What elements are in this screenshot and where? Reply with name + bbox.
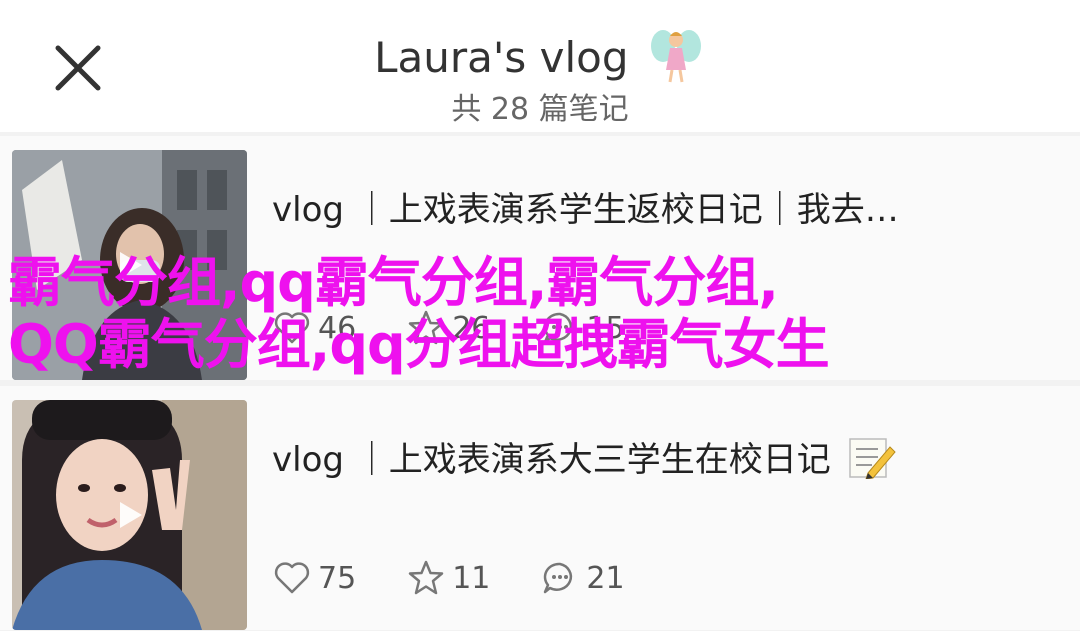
fairy-emoji-icon: [650, 30, 701, 83]
like-count: 75: [318, 560, 357, 596]
note-stats: 75 11 21: [272, 556, 675, 600]
note-thumbnail[interactable]: [12, 400, 247, 630]
play-icon: [120, 502, 142, 528]
note-card[interactable]: vlog ｜上戏表演系大三学生在校日记 75 11 21: [0, 386, 1080, 630]
comment-icon: [544, 562, 573, 594]
star-icon: [408, 560, 444, 595]
comment-stat[interactable]: 21: [540, 558, 625, 598]
note-title: vlog ｜上戏表演系大三学生在校日记: [272, 432, 1052, 481]
comment-count: 21: [586, 560, 625, 596]
page-title: Laura's vlog: [0, 26, 1080, 86]
app-header: Laura's vlog 共 28 篇笔记: [0, 0, 1080, 132]
title-text: Laura's vlog: [374, 33, 629, 82]
star-count: 11: [452, 560, 491, 596]
star-stat[interactable]: 11: [406, 558, 490, 598]
note-title: vlog ｜上戏表演系学生返校日记｜我去…: [272, 190, 899, 230]
overlay-line-2: QQ霸气分组,qq分组超拽霸气女生: [8, 313, 830, 376]
overlay-caption: 霸气分组,qq霸气分组,霸气分组, QQ霸气分组,qq分组超拽霸气女生: [8, 252, 1072, 376]
pencil-memo-icon: [848, 438, 896, 479]
notes-count: 共 28 篇笔记: [451, 92, 629, 127]
note-title-text: vlog ｜上戏表演系大三学生在校日记: [272, 440, 831, 480]
heart-icon: [274, 562, 310, 594]
overlay-line-1: 霸气分组,qq霸气分组,霸气分组,: [8, 251, 779, 314]
like-stat[interactable]: 75: [272, 558, 356, 598]
